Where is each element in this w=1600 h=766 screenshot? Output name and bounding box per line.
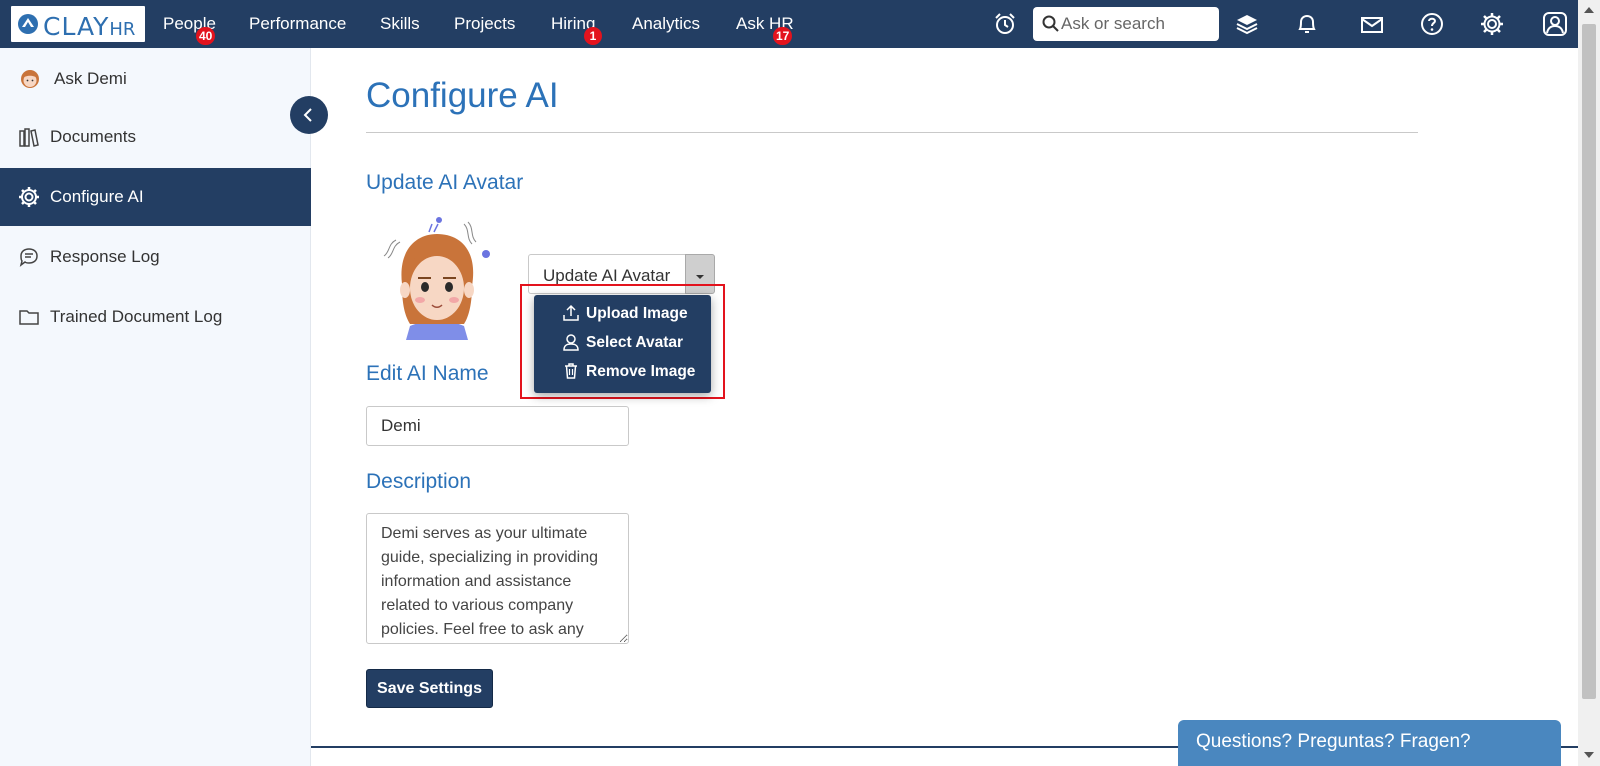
save-settings-button[interactable]: Save Settings [366, 669, 493, 708]
layers-icon[interactable] [1234, 11, 1260, 37]
sidebar: Ask Demi Documents Configure AI Response… [0, 48, 311, 766]
ask-hr-count-badge: 17 [773, 27, 793, 45]
ai-avatar-image [383, 217, 490, 340]
scroll-down-arrow-icon[interactable] [1584, 752, 1594, 758]
user-icon[interactable] [1542, 11, 1568, 37]
sidebar-item-label: Trained Document Log [50, 307, 223, 326]
update-avatar-button-label: Update AI Avatar [543, 266, 671, 285]
title-divider [366, 132, 1418, 133]
scrollbar-thumb[interactable] [1582, 24, 1596, 699]
ai-avatar-icon [21, 70, 39, 88]
clayhr-logo[interactable]: CLAYHR [11, 6, 145, 42]
sidebar-item-label: Documents [50, 127, 136, 146]
sidebar-item-documents[interactable]: Documents [0, 108, 311, 166]
search-box[interactable] [1033, 7, 1219, 41]
upload-icon [563, 304, 579, 321]
sidebar-item-trained-document-log[interactable]: Trained Document Log [0, 288, 311, 346]
sidebar-item-label: Ask Demi [54, 69, 127, 88]
search-input[interactable] [1061, 12, 1211, 36]
sidebar-item-label: Response Log [50, 247, 160, 266]
top-nav: CLAYHR People 40 Performance Skills Proj… [0, 0, 1578, 48]
menu-item-label: Upload Image [586, 305, 688, 322]
help-chat-tab[interactable]: Questions? Preguntas? Fragen? [1178, 720, 1561, 766]
sidebar-item-label: Configure AI [50, 187, 144, 206]
avatar-dropdown-menu: Upload Image Select Avatar Remove Image [534, 295, 711, 393]
nav-projects[interactable]: Projects [454, 14, 515, 34]
hiring-count-badge: 1 [584, 27, 602, 45]
folder-icon [19, 310, 39, 325]
ai-name-input[interactable] [366, 406, 629, 446]
books-icon [19, 128, 39, 147]
help-icon[interactable] [1419, 11, 1445, 37]
update-avatar-heading: Update AI Avatar [366, 171, 524, 194]
chevron-left-icon [303, 108, 312, 122]
nav-analytics[interactable]: Analytics [632, 14, 700, 34]
nav-performance[interactable]: Performance [249, 14, 346, 34]
edit-name-heading: Edit AI Name [366, 362, 489, 385]
collapse-sidebar-button[interactable] [290, 96, 328, 134]
logo-text: CLAYHR [43, 12, 136, 41]
scroll-up-arrow-icon[interactable] [1584, 7, 1594, 13]
alarm-clock-icon[interactable] [992, 11, 1018, 37]
logo-mark-icon [18, 14, 38, 34]
person-icon [563, 334, 579, 351]
sidebar-item-configure-ai[interactable]: Configure AI [0, 168, 311, 226]
menu-item-label: Remove Image [586, 363, 696, 380]
gear-icon [19, 187, 39, 207]
mail-icon[interactable] [1359, 11, 1385, 37]
bell-icon[interactable] [1294, 11, 1320, 37]
trash-icon [565, 363, 577, 379]
sidebar-item-response-log[interactable]: Response Log [0, 228, 311, 286]
menu-item-label: Select Avatar [586, 334, 684, 351]
description-textarea[interactable]: Demi serves as your ultimate guide, spec… [366, 513, 629, 644]
gear-icon[interactable] [1479, 11, 1505, 37]
page-scrollbar[interactable] [1578, 0, 1600, 766]
sidebar-item-ask-demi[interactable]: Ask Demi [0, 50, 311, 108]
description-heading: Description [366, 470, 472, 493]
people-count-badge: 40 [196, 27, 216, 45]
help-chat-label: Questions? Preguntas? Fragen? [1196, 731, 1471, 752]
nav-skills[interactable]: Skills [380, 14, 420, 34]
chat-icon [19, 248, 38, 267]
page-title: Configure AI [366, 76, 559, 115]
search-icon [1042, 15, 1059, 32]
